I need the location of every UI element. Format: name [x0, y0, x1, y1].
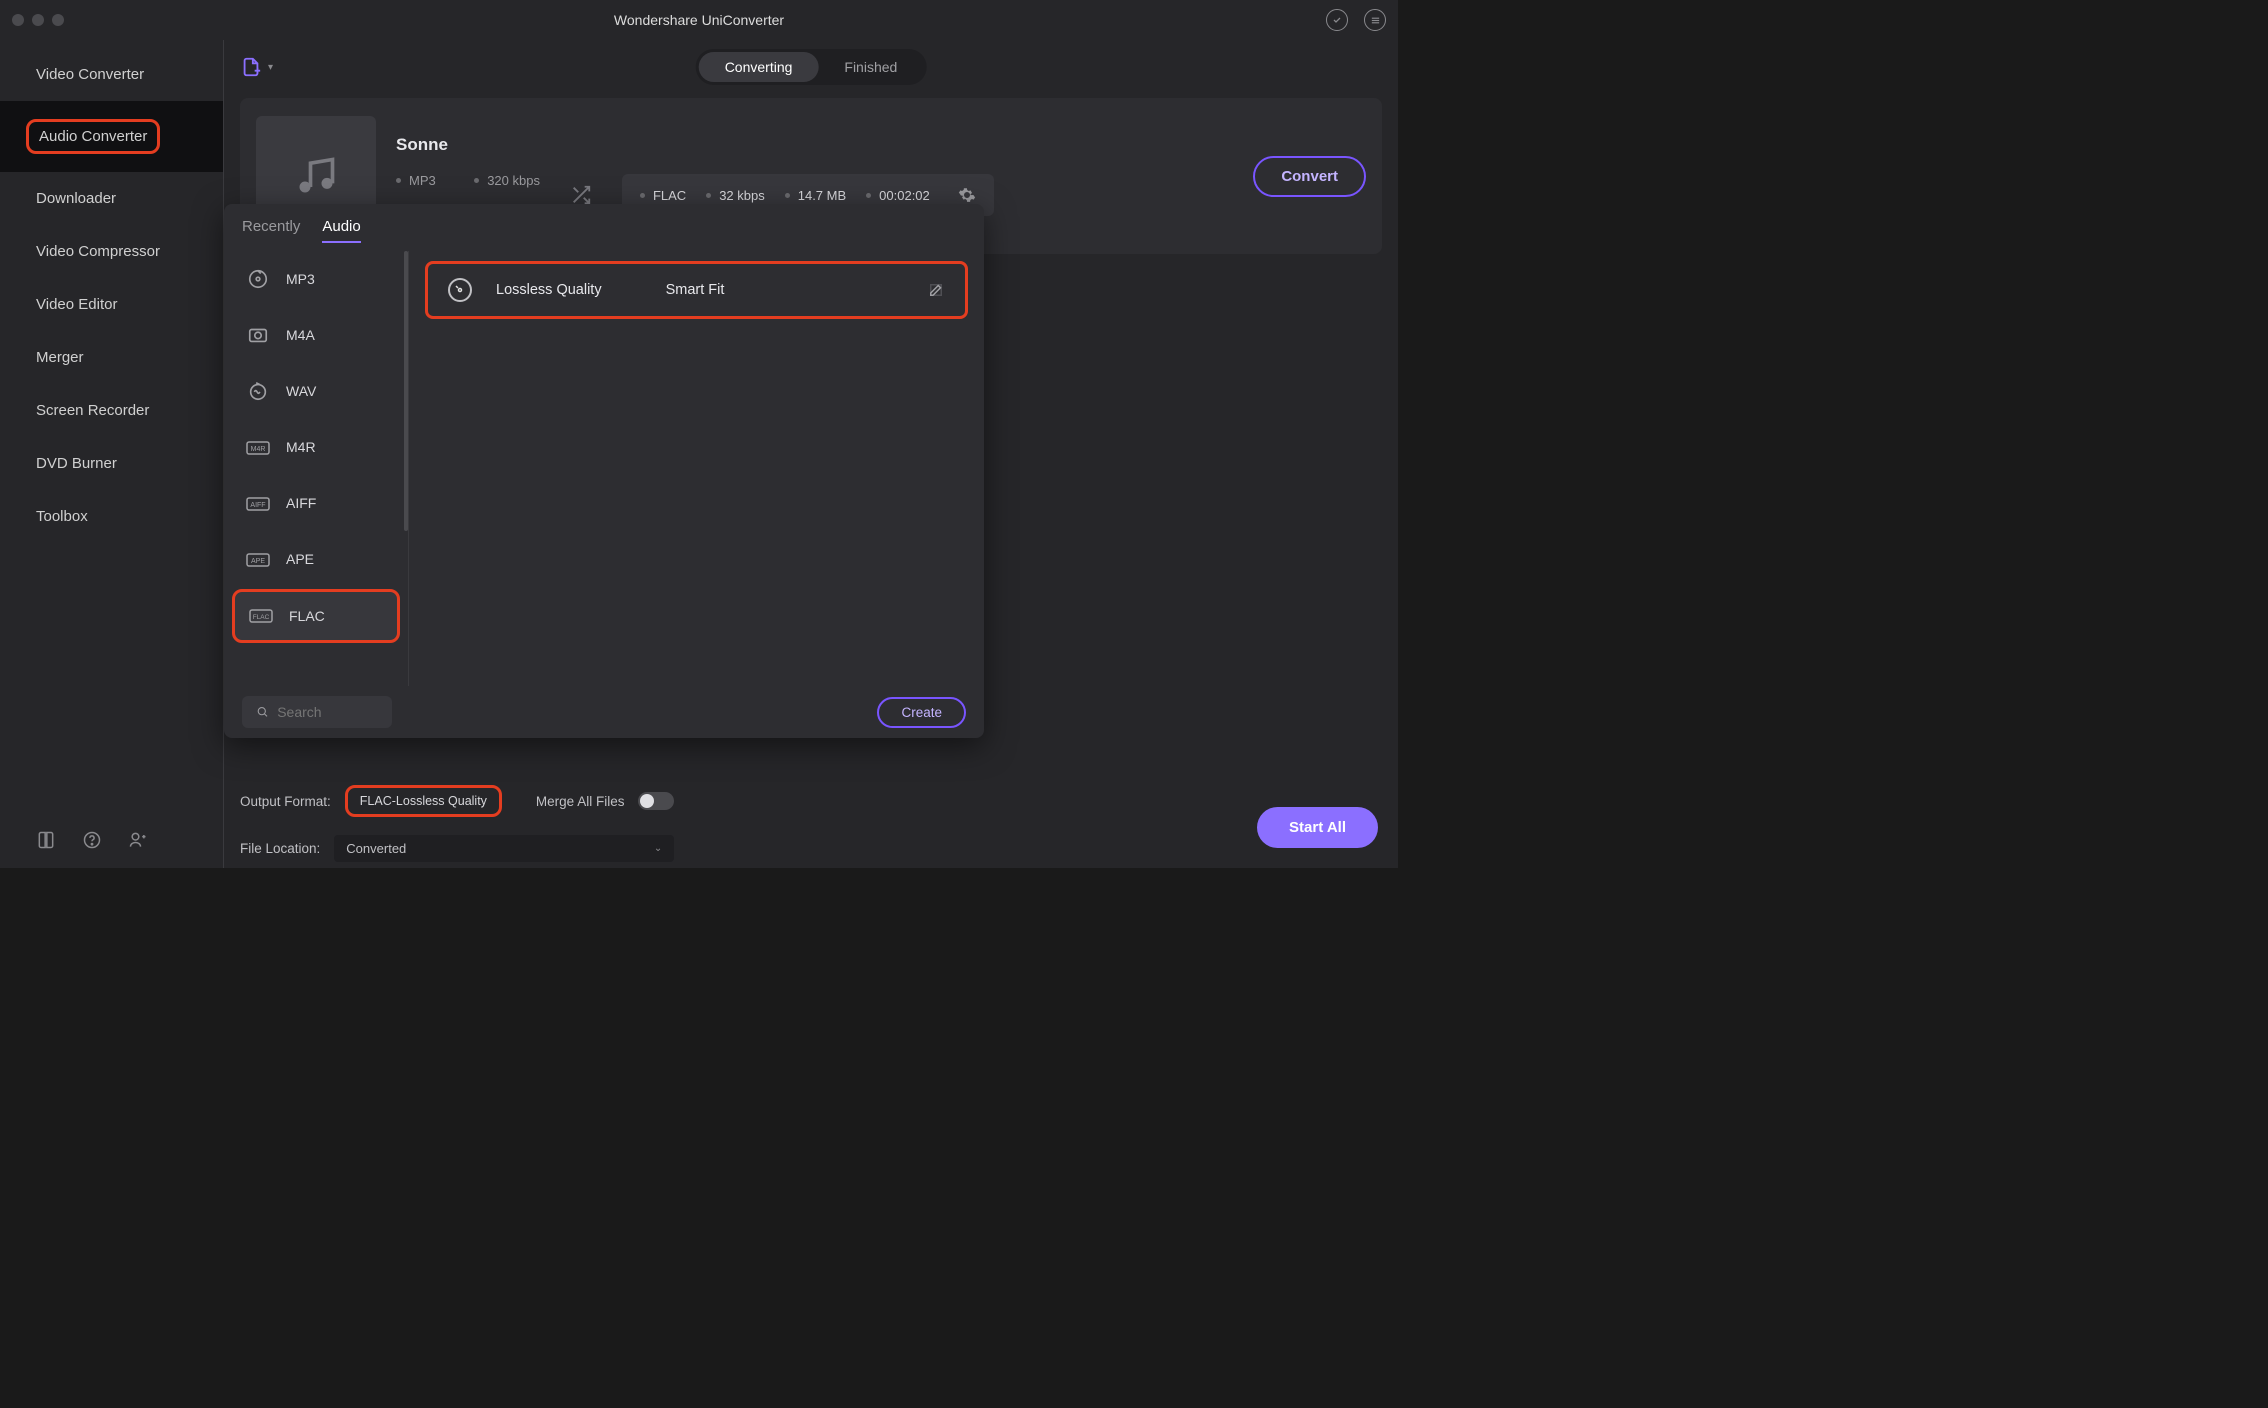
- popover-tab-recently[interactable]: Recently: [242, 218, 300, 243]
- output-format-label: Output Format:: [240, 794, 331, 809]
- app-title: Wondershare UniConverter: [614, 12, 784, 28]
- sidebar-item-dvd-burner[interactable]: DVD Burner: [0, 437, 223, 490]
- create-button[interactable]: Create: [877, 697, 966, 728]
- target-size: 14.7 MB: [785, 188, 846, 203]
- format-popover: Recently Audio MP3 M4A: [224, 204, 984, 738]
- sidebar-item-merger[interactable]: Merger: [0, 331, 223, 384]
- status-tabs: Converting Finished: [696, 49, 927, 85]
- sidebar-item-label: Video Converter: [36, 66, 144, 83]
- sidebar-item-audio-converter[interactable]: Audio Converter: [0, 101, 223, 172]
- add-file-button[interactable]: ▾: [240, 56, 273, 78]
- format-item-m4r[interactable]: M4R M4R: [224, 419, 408, 475]
- window-controls: [12, 14, 64, 26]
- format-item-wav[interactable]: WAV: [224, 363, 408, 419]
- merge-all-files-toggle[interactable]: [638, 792, 674, 810]
- target-bitrate: 32 kbps: [706, 188, 765, 203]
- sidebar-item-label: Merger: [36, 349, 84, 366]
- sidebar-item-video-editor[interactable]: Video Editor: [0, 278, 223, 331]
- chevron-down-icon: ⌄: [654, 843, 662, 854]
- svg-text:APE: APE: [251, 558, 265, 565]
- sidebar-item-label: Screen Recorder: [36, 402, 149, 419]
- preset-fit-label: Smart Fit: [666, 282, 725, 298]
- file-location-select[interactable]: Converted ⌄: [334, 835, 674, 862]
- main-panel: ▾ Converting Finished Sonne MP3 4.9 MB: [224, 40, 1398, 868]
- sidebar-item-video-converter[interactable]: Video Converter: [0, 48, 223, 101]
- sidebar-item-label: Video Compressor: [36, 243, 160, 260]
- source-bitrate: 320 kbps: [474, 173, 540, 188]
- sidebar-item-video-compressor[interactable]: Video Compressor: [0, 225, 223, 278]
- format-item-ape[interactable]: APE APE: [224, 531, 408, 587]
- account-icon[interactable]: [1326, 9, 1348, 31]
- sidebar-item-label: Video Editor: [36, 296, 117, 313]
- feedback-icon[interactable]: [128, 830, 148, 850]
- gear-icon[interactable]: [958, 186, 976, 204]
- sidebar-item-toolbox[interactable]: Toolbox: [0, 490, 223, 543]
- format-item-mp3[interactable]: MP3: [224, 251, 408, 307]
- tab-finished[interactable]: Finished: [818, 52, 923, 82]
- format-list: MP3 M4A WAV M4R M4R: [224, 251, 409, 686]
- sidebar-item-screen-recorder[interactable]: Screen Recorder: [0, 384, 223, 437]
- output-format-select[interactable]: FLAC-Lossless Quality: [345, 785, 502, 817]
- shuffle-icon: [570, 184, 592, 206]
- scrollbar[interactable]: [404, 251, 408, 531]
- menu-icon[interactable]: [1364, 9, 1386, 31]
- target-format: FLAC: [640, 188, 686, 203]
- svg-text:FLAC: FLAC: [253, 614, 270, 621]
- sidebar-item-label: Downloader: [36, 190, 116, 207]
- aiff-badge-icon: AIFF: [246, 491, 270, 515]
- sidebar-item-label: Toolbox: [36, 508, 88, 525]
- popover-tab-audio[interactable]: Audio: [322, 218, 360, 243]
- output-format-value: FLAC-Lossless Quality: [360, 794, 487, 808]
- bottom-bar: Output Format: FLAC-Lossless Quality Mer…: [224, 779, 1398, 868]
- format-label: M4R: [286, 439, 316, 455]
- search-input-container[interactable]: [242, 696, 392, 728]
- preset-quality-label: Lossless Quality: [496, 282, 602, 298]
- book-icon[interactable]: [36, 830, 56, 850]
- file-title: Sonne: [396, 135, 1233, 155]
- format-label: FLAC: [289, 608, 325, 624]
- svg-text:M4R: M4R: [251, 446, 266, 453]
- preset-lossless-quality[interactable]: Lossless Quality Smart Fit: [425, 261, 968, 319]
- edit-icon[interactable]: [927, 281, 945, 299]
- tab-converting[interactable]: Converting: [699, 52, 819, 82]
- help-icon[interactable]: [82, 830, 102, 850]
- format-label: APE: [286, 551, 314, 567]
- file-location-value: Converted: [346, 841, 406, 856]
- camera-icon: [246, 323, 270, 347]
- sidebar-item-label: DVD Burner: [36, 455, 117, 472]
- source-format: MP3: [396, 173, 450, 188]
- format-item-flac[interactable]: FLAC FLAC: [232, 589, 400, 643]
- format-label: M4A: [286, 327, 315, 343]
- ape-badge-icon: APE: [246, 547, 270, 571]
- format-item-aiff[interactable]: AIFF AIFF: [224, 475, 408, 531]
- flac-badge-icon: FLAC: [249, 604, 273, 628]
- format-label: AIFF: [286, 495, 316, 511]
- sidebar-item-downloader[interactable]: Downloader: [0, 172, 223, 225]
- file-location-label: File Location:: [240, 841, 320, 856]
- search-input[interactable]: [277, 704, 378, 720]
- convert-button[interactable]: Convert: [1253, 156, 1366, 197]
- format-label: MP3: [286, 271, 315, 287]
- merge-all-files-label: Merge All Files: [536, 794, 625, 809]
- maximize-window-button[interactable]: [52, 14, 64, 26]
- titlebar: Wondershare UniConverter: [0, 0, 1398, 40]
- svg-text:AIFF: AIFF: [250, 502, 265, 509]
- disc-icon: [448, 278, 472, 302]
- target-duration: 00:02:02: [866, 188, 930, 203]
- start-all-button[interactable]: Start All: [1257, 807, 1378, 848]
- search-icon: [256, 704, 269, 720]
- minimize-window-button[interactable]: [32, 14, 44, 26]
- wave-icon: [246, 379, 270, 403]
- sidebar-item-label: Audio Converter: [26, 119, 160, 154]
- close-window-button[interactable]: [12, 14, 24, 26]
- format-label: WAV: [286, 383, 316, 399]
- disc-icon: [246, 267, 270, 291]
- format-item-m4a[interactable]: M4A: [224, 307, 408, 363]
- sidebar: Video Converter Audio Converter Download…: [0, 40, 224, 868]
- m4r-badge-icon: M4R: [246, 435, 270, 459]
- chevron-down-icon: ▾: [268, 62, 273, 73]
